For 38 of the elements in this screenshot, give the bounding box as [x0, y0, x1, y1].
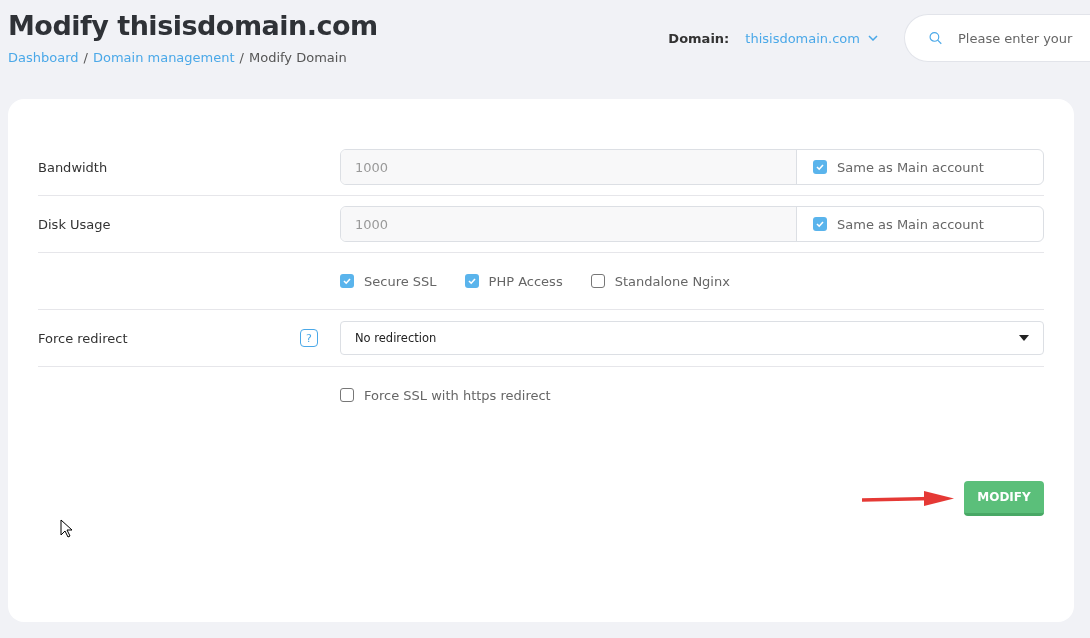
check-icon: [815, 219, 825, 229]
checkbox-label: Standalone Nginx: [614, 273, 730, 289]
checkbox-label: Same as Main account: [837, 216, 984, 232]
checkbox[interactable]: [590, 274, 605, 288]
search-icon: [929, 29, 942, 47]
page-title: Modify thisisdomain.com: [8, 9, 378, 43]
chevron-down-icon: [868, 35, 878, 41]
checkbox-label: Secure SSL: [364, 273, 437, 289]
checkbox[interactable]: [340, 274, 354, 288]
breadcrumb-separator: /: [83, 50, 88, 65]
field-label: Disk Usage: [38, 216, 111, 232]
redirect-select[interactable]: No redirection: [340, 321, 1044, 355]
search-input[interactable]: Please enter your: [956, 29, 1090, 47]
mouse-pointer-icon: [60, 519, 73, 539]
checkbox-label: PHP Access: [488, 273, 563, 289]
breadcrumb-link[interactable]: Domain management: [92, 50, 235, 65]
help-icon[interactable]: ?: [300, 329, 318, 347]
field-label: Bandwidth: [38, 159, 108, 175]
checkbox[interactable]: [340, 388, 354, 402]
breadcrumb-link[interactable]: Dashboard: [8, 50, 79, 65]
breadcrumb-separator: /: [239, 50, 244, 65]
caret-down-icon: [1019, 335, 1029, 341]
check-icon: [466, 276, 477, 286]
field-label: Force redirect: [38, 330, 128, 346]
domain-label: Domain:: [668, 30, 730, 46]
checkbox-label: Force SSL with https redirect: [364, 387, 551, 403]
breadcrumb-current: Modify Domain: [249, 50, 347, 65]
modify-button[interactable]: MODIFY: [964, 481, 1044, 516]
checkbox[interactable]: [813, 217, 827, 231]
domain-select[interactable]: thisisdomain.com: [745, 30, 878, 46]
checkbox-label: Same as Main account: [837, 159, 984, 175]
search-field[interactable]: Please enter your: [904, 14, 1090, 62]
checkbox[interactable]: [464, 274, 479, 288]
check-icon: [342, 276, 352, 286]
check-icon: [815, 162, 825, 172]
quota-input[interactable]: 1000: [341, 207, 797, 241]
quota-input[interactable]: 1000: [341, 150, 797, 184]
checkbox[interactable]: [813, 160, 827, 174]
